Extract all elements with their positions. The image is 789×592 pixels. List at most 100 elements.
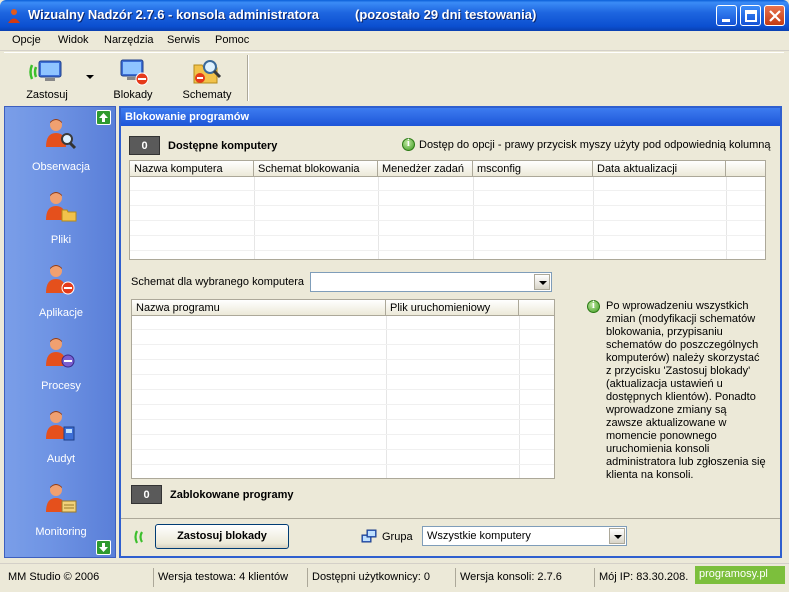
column-header-block-scheme[interactable]: Schemat blokowania: [254, 161, 378, 177]
group-select-value: Wszystkie komputery: [427, 530, 531, 542]
status-users: Dostępni użytkownicy: 0: [307, 568, 453, 587]
column-header-update-date[interactable]: Data aktualizacji: [593, 161, 726, 177]
folder-search-icon: [193, 60, 222, 84]
computers-table[interactable]: Nazwa komputera Schemat blokowania Mened…: [129, 160, 766, 260]
table-row: [130, 192, 765, 206]
sidebar-label-monitoring: Monitoring: [35, 526, 87, 538]
user-process-icon: [46, 338, 75, 368]
table-row: [132, 316, 554, 330]
table-row: [130, 237, 765, 251]
trial-notice: (pozostało 29 dni testowania): [355, 7, 537, 22]
sidebar-label-procesy: Procesy: [41, 380, 81, 392]
table-row: [132, 451, 554, 465]
user-search-icon: [46, 119, 77, 150]
status-console-version: Wersja konsoli: 2.7.6: [455, 568, 592, 587]
blocks-toolbar-label: Blokady: [113, 89, 153, 101]
table-row: [132, 391, 554, 405]
table-row: [132, 331, 554, 345]
column-header-executable[interactable]: Plik uruchomieniowy: [386, 300, 519, 316]
sidebar-scroll-down-button[interactable]: [96, 540, 111, 555]
apply-blocks-button[interactable]: Zastosuj blokady: [155, 524, 289, 549]
sidebar-item-monitoring[interactable]: Monitoring: [5, 482, 115, 546]
chevron-down-icon[interactable]: [534, 274, 550, 290]
info-icon: [402, 138, 415, 151]
blocked-programs-title: Zablokowane programy: [170, 489, 294, 501]
table-row: [130, 222, 765, 236]
monitor-apply-icon: [29, 60, 62, 81]
user-monitoring-icon: [46, 484, 77, 513]
status-version-test: Wersja testowa: 4 klientów: [153, 568, 305, 587]
table-row: [132, 421, 554, 435]
toolbar-separator: [247, 55, 249, 101]
schemes-toolbar-label: Schematy: [182, 89, 232, 101]
sidebar-label-audyt: Audyt: [46, 453, 76, 465]
main-panel: Blokowanie programów 0 Dostępne komputer…: [119, 106, 782, 558]
menu-narzedzia[interactable]: Narzędzia: [104, 34, 154, 46]
sidebar-item-obserwacja[interactable]: Obserwacja: [5, 117, 115, 181]
minimize-button[interactable]: [716, 5, 737, 26]
scheme-label: Schemat dla wybranego komputera: [131, 276, 305, 288]
user-block-icon: [46, 265, 75, 295]
blocks-toolbar-button[interactable]: Blokady: [102, 55, 164, 103]
status-bar: MM Studio © 2006 Wersja testowa: 4 klien…: [0, 563, 789, 592]
user-folder-icon: [46, 192, 77, 222]
blocked-count-badge: 0: [131, 485, 162, 504]
column-header-empty: [726, 161, 765, 177]
watermark-logo: programosy.pl: [695, 566, 785, 584]
close-button[interactable]: [764, 5, 785, 26]
info-paragraph: Po wprowadzeniu wszystkich zmian (modyfi…: [606, 300, 766, 481]
title-bar: Wizualny Nadzór 2.7.6 - konsola administ…: [0, 0, 789, 31]
signal-icon: [134, 530, 143, 544]
sidebar-item-audyt[interactable]: Audyt: [5, 409, 115, 473]
menu-opcje[interactable]: Opcje: [12, 34, 41, 46]
schemes-toolbar-button[interactable]: Schematy: [176, 55, 238, 103]
scheme-select[interactable]: [310, 272, 552, 292]
menu-serwis[interactable]: Serwis: [167, 34, 200, 46]
maximize-button[interactable]: [740, 5, 761, 26]
network-group-icon: [361, 529, 377, 543]
sidebar-label-obserwacja: Obserwacja: [31, 161, 91, 173]
status-ip: Mój IP: 83.30.208.: [594, 568, 696, 587]
table-row: [132, 436, 554, 450]
column-header-program-name[interactable]: Nazwa programu: [132, 300, 386, 316]
user-audit-icon: [46, 411, 75, 441]
group-label: Grupa: [382, 531, 413, 543]
programs-table[interactable]: Nazwa programu Plik uruchomieniowy: [131, 299, 555, 479]
column-header-empty: [519, 300, 554, 316]
chevron-down-icon[interactable]: [609, 528, 625, 544]
table-row: [132, 406, 554, 420]
menu-widok[interactable]: Widok: [58, 34, 89, 46]
panel-title: Blokowanie programów: [121, 108, 780, 126]
table-row: [130, 177, 765, 191]
bottom-bar: Zastosuj blokady Grupa Wszystkie kompute…: [121, 518, 780, 556]
sidebar-item-pliki[interactable]: Pliki: [5, 190, 115, 254]
apply-toolbar-button[interactable]: Zastosuj: [14, 55, 80, 103]
column-header-msconfig[interactable]: msconfig: [473, 161, 593, 177]
menu-bar: Opcje Widok Narzędzia Serwis Pomoc: [0, 31, 789, 51]
sidebar-item-aplikacje[interactable]: Aplikacje: [5, 263, 115, 327]
available-computers-title: Dostępne komputery: [168, 140, 278, 152]
table-row: [132, 376, 554, 390]
window-title: Wizualny Nadzór 2.7.6 - konsola administ…: [28, 7, 320, 22]
monitor-block-icon: [120, 59, 149, 86]
dropdown-arrow-icon[interactable]: [86, 75, 94, 81]
table-row: [132, 361, 554, 375]
toolbar: Zastosuj Blokady Schematy: [4, 52, 784, 103]
menu-pomoc[interactable]: Pomoc: [215, 34, 249, 46]
group-select[interactable]: Wszystkie komputery: [422, 526, 627, 546]
column-header-task-manager[interactable]: Menedżer zadań: [378, 161, 473, 177]
table-row: [132, 346, 554, 360]
sidebar-item-procesy[interactable]: Procesy: [5, 336, 115, 400]
app-icon: [8, 9, 20, 23]
sidebar-label-aplikacje: Aplikacje: [38, 307, 84, 319]
table-row: [130, 207, 765, 221]
info-icon: [587, 300, 600, 313]
status-copyright: MM Studio © 2006: [8, 571, 100, 583]
arrow-down-icon: [99, 543, 108, 552]
apply-toolbar-label: Zastosuj: [26, 89, 68, 101]
column-header-computer-name[interactable]: Nazwa komputera: [130, 161, 254, 177]
available-count-badge: 0: [129, 136, 160, 155]
hint-text: Dostęp do opcji - prawy przycisk myszy u…: [419, 139, 771, 151]
sidebar: Obserwacja Pliki Aplikacje Procesy Audyt…: [4, 106, 116, 558]
sidebar-label-pliki: Pliki: [50, 234, 72, 246]
